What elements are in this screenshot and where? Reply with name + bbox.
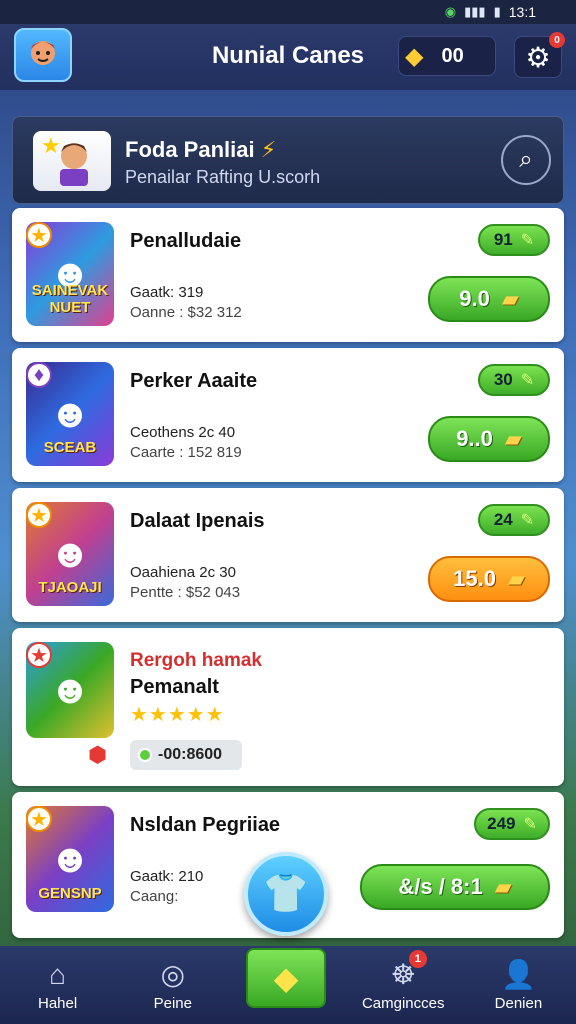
- rating-value: 24: [493, 510, 513, 529]
- feather-icon: ✎: [520, 372, 535, 389]
- price-value: 9..0: [456, 426, 493, 451]
- game-stat: Ceothens 2c 40: [130, 424, 236, 441]
- notification-badge: 0: [549, 32, 565, 48]
- nav-label: Camgincces: [361, 995, 445, 1012]
- character-face-icon: ☻: [48, 531, 92, 576]
- status-time: 13:1: [508, 4, 536, 20]
- bolt-icon: ⚡: [260, 137, 277, 162]
- thumbnail-text: SCEAB: [43, 439, 97, 456]
- game-title: Penalludaie: [130, 230, 242, 252]
- star-badge-icon: ★: [26, 502, 52, 528]
- feather-icon: ✎: [520, 232, 535, 249]
- rating-badge[interactable]: 30 ✎: [478, 364, 550, 396]
- rating-stars: ★★★★★: [130, 704, 225, 726]
- nav-item-challenges[interactable]: ☸ 1 Camgincces: [346, 946, 461, 1024]
- thumbnail-text: GENSNP: [38, 885, 102, 902]
- nav-label: Denien: [494, 995, 543, 1012]
- status-dot-icon: [138, 748, 152, 762]
- game-stat: Oanne : $32 312: [130, 304, 242, 321]
- search-icon: ⌕: [519, 146, 533, 173]
- price-value: 15.0: [453, 566, 496, 591]
- timer-chip[interactable]: -00:8600: [130, 740, 242, 770]
- shield-badge-icon: ♦: [26, 362, 52, 388]
- thumbnail-text: TJAOAJI: [38, 579, 102, 596]
- game-stat: Oaahiena 2c 30: [130, 564, 236, 581]
- floating-action-button[interactable]: 👕: [244, 852, 328, 936]
- coin-count: 00: [441, 44, 464, 67]
- gem-icon: ◆: [405, 42, 424, 70]
- wifi-icon: ◉: [444, 4, 457, 19]
- gamepad-icon: ◎: [160, 959, 186, 990]
- home-icon: ⌂: [49, 958, 67, 990]
- person-icon: 👤: [500, 959, 536, 990]
- chat-icon: ◆: [273, 960, 299, 996]
- game-stat: Pentte : $52 043: [130, 584, 241, 601]
- gold-bar-icon: ▰: [507, 566, 525, 591]
- rating-badge[interactable]: 91 ✎: [478, 224, 550, 256]
- nav-item-home[interactable]: ⌂ Hahel: [0, 946, 115, 1024]
- featured-card[interactable]: ★ Foda Panliai ⚡ Penailar Rafting U.scor…: [12, 116, 564, 204]
- gold-bar-icon: ▰: [501, 286, 519, 311]
- price-button[interactable]: 15.0 ▰: [428, 556, 550, 602]
- feather-icon: ✎: [520, 512, 535, 529]
- shirt-icon: 👕: [262, 873, 310, 915]
- game-title: Perker Aaaite: [130, 370, 258, 392]
- nav-center-button[interactable]: ◆: [246, 948, 326, 1008]
- game-title: Dalaat Ipenais: [130, 510, 265, 532]
- nav-label: Hahel: [38, 994, 78, 1012]
- featured-title-text: Foda Panliai: [125, 137, 255, 162]
- featured-title: Foda Panliai ⚡: [125, 137, 276, 163]
- red-gem-icon: ⬢: [88, 742, 108, 767]
- nav-item-profile[interactable]: 👤 Denien: [461, 946, 576, 1024]
- game-stat: Gaatk: 210: [130, 868, 204, 885]
- price-value: 9.0: [459, 286, 490, 311]
- rating-value: 249: [487, 814, 516, 833]
- price-value: &/s / 8:1: [398, 874, 483, 899]
- battery-icon: ▮: [493, 4, 501, 19]
- game-subtitle: Rergoh hamak: [130, 650, 262, 671]
- star-badge-icon: ★: [26, 222, 52, 248]
- signal-icon: ▮▮▮: [464, 4, 486, 19]
- feather-icon: ✎: [523, 816, 537, 833]
- game-card[interactable]: ☻ SCEAB ♦ Perker Aaaite Ceothens 2c 40 C…: [12, 348, 564, 482]
- nav-badge: 1: [408, 950, 427, 968]
- game-card[interactable]: ☻ ★ Rergoh hamak Pemanalt ★★★★★ ⬢ -00:86…: [12, 628, 564, 786]
- top-bar: Nunial Canes ◆ 00 ⚙ 0: [0, 24, 576, 90]
- rating-value: 30: [493, 370, 513, 389]
- game-title: Pemanalt: [130, 676, 219, 698]
- avatar[interactable]: [14, 28, 72, 82]
- status-bar: ◉ ▮▮▮ ▮ 13:1: [0, 0, 576, 24]
- price-button[interactable]: 9..0 ▰: [428, 416, 550, 462]
- rating-value: 91: [493, 230, 513, 249]
- star-icon: ★: [41, 133, 61, 158]
- star-badge-icon: ★: [26, 806, 52, 832]
- search-button[interactable]: ⌕: [501, 135, 551, 185]
- gold-bar-icon: ▰: [504, 426, 522, 451]
- featured-subtitle: Penailar Rafting U.scorh: [125, 167, 321, 187]
- nav-label: Peine: [153, 995, 192, 1012]
- character-face-icon: ☻: [48, 391, 92, 436]
- user-avatar-icon: [31, 41, 55, 65]
- thumbnail-text: SAINEVAK NUET: [31, 282, 109, 316]
- character-face-icon: ☻: [48, 836, 92, 881]
- app-title: Nunial Canes: [211, 42, 365, 69]
- timer-value: -00:8600: [158, 746, 223, 763]
- rating-badge[interactable]: 24 ✎: [478, 504, 550, 536]
- character-face-icon: ☻: [48, 667, 92, 712]
- game-title: Nsldan Pegriiae: [130, 814, 281, 836]
- price-button[interactable]: &/s / 8:1 ▰: [360, 864, 550, 910]
- coin-counter[interactable]: ◆ 00: [398, 36, 496, 76]
- game-stat: Gaatk: 319: [130, 284, 204, 301]
- settings-button[interactable]: ⚙ 0: [514, 32, 565, 78]
- game-stat: Caang:: [130, 888, 179, 905]
- nav-item-games[interactable]: ◎ Peine: [115, 946, 230, 1024]
- gold-bar-icon: ▰: [494, 874, 512, 899]
- game-card[interactable]: ☻ SAINEVAK NUET ★ Penalludaie Gaatk: 319…: [12, 208, 564, 342]
- star-badge-icon: ★: [26, 642, 52, 668]
- game-card[interactable]: ☻ TJAOAJI ★ Dalaat Ipenais Oaahiena 2c 3…: [12, 488, 564, 622]
- gear-icon: ⚙: [525, 41, 551, 73]
- rating-badge[interactable]: 249 ✎: [474, 808, 550, 840]
- game-stat: Caarte : 152 819: [130, 444, 242, 461]
- price-button[interactable]: 9.0 ▰: [428, 276, 550, 322]
